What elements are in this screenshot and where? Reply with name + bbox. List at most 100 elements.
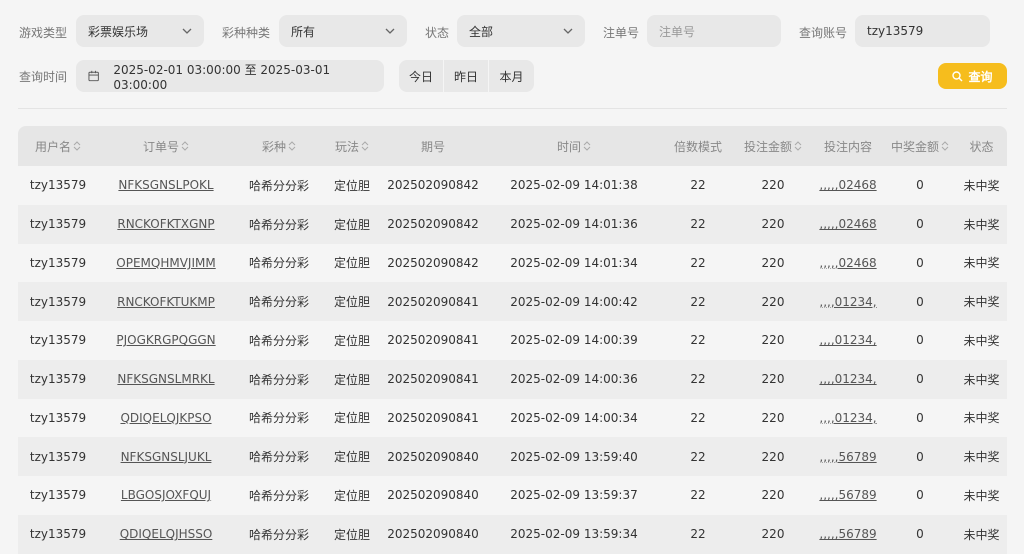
cell-bet-content[interactable]: ,,,,01234, [812,282,884,321]
cell-issue: 202502090841 [387,333,479,348]
cell-play-method: 定位胆 [333,372,370,387]
cell-bet-amount: 220 [761,178,785,193]
cell-order-number[interactable]: OPEMQHMVJIMM [98,244,234,283]
cell-play-method: 定位胆 [333,527,370,542]
order-number-label: 注单号 [603,26,640,40]
cell-bet-amount: 220 [761,255,785,270]
chevron-down-icon [385,28,395,34]
today-button[interactable]: 今日 [399,60,444,92]
status-label: 状态 [425,26,450,40]
table-row: tzy13579 NFKSGNSLJUKL 哈希分分彩 定位胆 202502090840… [18,437,1007,476]
cell-status: 未中奖 [963,295,1000,310]
cell-issue: 202502090842 [387,178,479,193]
account-input[interactable]: tzy13579 [855,15,990,47]
cell-username: tzy13579 [29,527,87,542]
cell-play-method: 定位胆 [333,178,370,193]
header-issue: 期号 [420,139,445,154]
cell-status: 未中奖 [963,217,1000,232]
cell-time: 2025-02-09 14:00:39 [510,333,638,348]
cell-time: 2025-02-09 14:00:36 [510,372,638,387]
cell-multiplier: 22 [690,217,706,232]
cell-play-method: 定位胆 [333,217,370,232]
cell-bet-content[interactable]: ,,,,,56789 [812,476,884,515]
cell-lottery: 哈希分分彩 [248,295,309,310]
cell-issue: 202502090840 [387,527,479,542]
cell-win-amount: 0 [916,255,924,270]
cell-play-method: 定位胆 [333,488,370,503]
account-value: tzy13579 [867,24,924,38]
header-status: 状态 [969,139,994,154]
yesterday-button[interactable]: 昨日 [444,60,489,92]
cell-username: tzy13579 [29,255,87,270]
header-username[interactable]: 用户名 [18,126,98,166]
cell-bet-content[interactable]: ,,,,01234, [812,321,884,360]
lottery-type-select[interactable]: 所有 [279,15,407,47]
header-bet-amount[interactable]: 投注金额 [734,126,812,166]
cell-win-amount: 0 [916,217,924,232]
cell-multiplier: 22 [690,294,706,309]
cell-bet-amount: 220 [761,372,785,387]
lottery-type-label: 彩种种类 [222,26,271,40]
status-value: 全部 [469,24,494,39]
status-select[interactable]: 全部 [457,15,585,47]
cell-status: 未中奖 [963,372,1000,387]
cell-order-number[interactable]: LBGOSJOXFQUJ [98,476,234,515]
cell-order-number[interactable]: QDIQELQJKPSO [98,399,234,438]
table-row: tzy13579 QDIQELQJKPSO 哈希分分彩 定位胆 202502090841… [18,399,1007,438]
cell-order-number[interactable]: RNCKOFKTUKMP [98,282,234,321]
cell-status: 未中奖 [963,488,1000,503]
sort-icon [941,141,949,151]
header-win-amount[interactable]: 中奖金额 [884,126,956,166]
cell-order-number[interactable]: NFKSGNSLMRKL [98,360,234,399]
cell-time: 2025-02-09 13:59:37 [510,488,638,503]
table-body: tzy13579 NFKSGNSLPOKL 哈希分分彩 定位胆 202502090842… [18,166,1007,554]
this-month-button[interactable]: 本月 [489,60,534,92]
cell-play-method: 定位胆 [333,295,370,310]
cell-bet-content[interactable]: ,,,,,56789 [812,437,884,476]
cell-win-amount: 0 [916,488,924,503]
cell-bet-content[interactable]: ,,,,,02468 [812,166,884,205]
table-row: tzy13579 RNCKOFKTUKMP 哈希分分彩 定位胆 202502090841… [18,282,1007,321]
cell-bet-content[interactable]: ,,,,,02468 [812,244,884,283]
cell-username: tzy13579 [29,449,87,464]
cell-issue: 202502090841 [387,294,479,309]
cell-win-amount: 0 [916,294,924,309]
date-range-value: 2025-02-01 03:00:00 至 2025-03-01 03:00:0… [113,62,331,92]
header-time[interactable]: 时间 [486,126,662,166]
cell-order-number[interactable]: NFKSGNSLPOKL [98,166,234,205]
cell-bet-content[interactable]: ,,,,,02468 [812,205,884,244]
cell-order-number[interactable]: QDIQELQJHSSO [98,515,234,554]
cell-multiplier: 22 [690,410,706,425]
table-row: tzy13579 RNCKOFKTXGNP 哈希分分彩 定位胆 202502090842… [18,204,1007,244]
cell-time: 2025-02-09 14:01:34 [510,255,638,270]
order-number-input[interactable]: 注单号 [647,15,781,47]
cell-issue: 202502090842 [387,255,479,270]
query-time-label: 查询时间 [19,70,68,84]
cell-lottery: 哈希分分彩 [248,178,309,193]
cell-order-number[interactable]: RNCKOFKTXGNP [98,205,234,244]
account-label: 查询账号 [799,26,848,40]
sort-icon [794,141,802,151]
header-play-method[interactable]: 玩法 [324,126,380,166]
cell-bet-amount: 220 [761,333,785,348]
cell-order-number[interactable]: NFKSGNSLJUKL [98,437,234,476]
cell-order-number[interactable]: PJOGKRGPQGGN [98,321,234,360]
table-row: tzy13579 NFKSGNSLPOKL 哈希分分彩 定位胆 202502090842… [18,166,1007,205]
cell-bet-content[interactable]: ,,,,,56789 [812,515,884,554]
header-bet-content: 投注内容 [823,139,872,154]
cell-win-amount: 0 [916,372,924,387]
cell-bet-content[interactable]: ,,,,01234, [812,399,884,438]
header-lottery[interactable]: 彩种 [234,126,324,166]
cell-status: 未中奖 [963,333,1000,348]
bet-records-table: 用户名 订单号 彩种 玩法 期号 时间 倍数模式 投注金额 投注内容 中奖金额 … [18,126,1007,554]
search-button[interactable]: 查询 [938,63,1007,89]
cell-lottery: 哈希分分彩 [248,450,309,465]
cell-play-method: 定位胆 [333,256,370,271]
game-type-select[interactable]: 彩票娱乐场 [76,15,204,47]
cell-status: 未中奖 [963,450,1000,465]
header-order-number[interactable]: 订单号 [98,126,234,166]
cell-time: 2025-02-09 13:59:40 [510,449,638,464]
date-range-picker[interactable]: 2025-02-01 03:00:00 至 2025-03-01 03:00:0… [76,60,384,92]
cell-bet-content[interactable]: ,,,,01234, [812,360,884,399]
table-row: tzy13579 OPEMQHMVJIMM 哈希分分彩 定位胆 202502090842… [18,244,1007,283]
